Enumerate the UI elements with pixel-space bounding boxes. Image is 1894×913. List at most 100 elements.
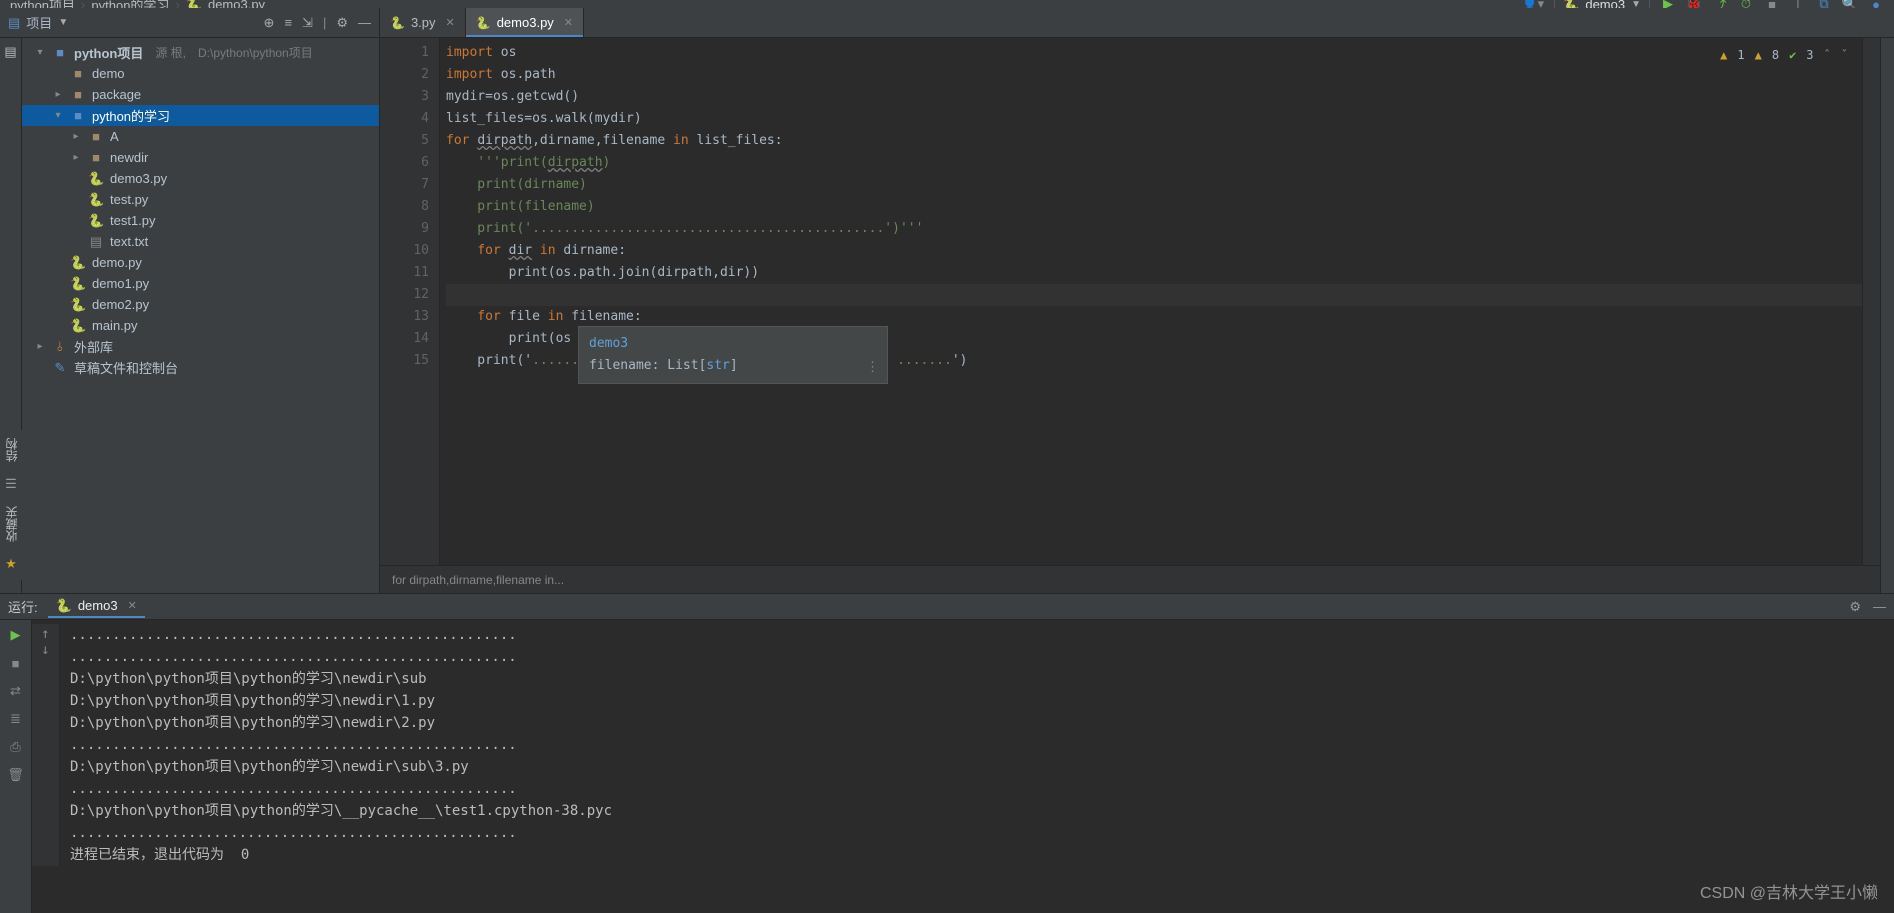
tree-label: package: [92, 87, 141, 102]
run-panel: 运行: 🐍 demo3 ✕ ⚙ — ▶ ■ ⇄ ≣ ⎙ 🗑 ↑↓ .......…: [0, 593, 1894, 913]
close-icon[interactable]: ✕: [446, 16, 455, 29]
tree-file-mainpy[interactable]: 🐍 main.py: [22, 315, 379, 336]
favorites-toolwindow-button[interactable]: 收藏夹: [3, 506, 20, 542]
chevron-down-icon[interactable]: ˇ: [1841, 44, 1848, 66]
chevron-right-icon: ›: [175, 0, 179, 8]
line-gutter[interactable]: 123 456 789 101112 131415: [380, 38, 440, 565]
expand-all-icon[interactable]: ≡: [284, 15, 292, 31]
structure-toolwindow-button[interactable]: 结构: [3, 438, 20, 462]
tree-label: demo: [92, 66, 125, 81]
python-file-icon: 🐍: [476, 16, 491, 30]
run-button[interactable]: ▶: [1660, 0, 1676, 8]
chevron-down-icon[interactable]: ▾: [52, 110, 64, 121]
tree-file-test1py[interactable]: 🐍 test1.py: [22, 210, 379, 231]
tree-file-texttxt[interactable]: ▤ text.txt: [22, 231, 379, 252]
code-area[interactable]: ▲1 ▲8 ✔3 ˆ ˇ import os import os.path my…: [440, 38, 1862, 565]
chevron-down-icon[interactable]: ▾: [34, 47, 46, 58]
chevron-up-icon[interactable]: ˆ: [1824, 44, 1831, 66]
folder-icon: ■: [52, 45, 68, 60]
soft-wrap-icon[interactable]: ⇄: [7, 682, 25, 700]
scroll-to-end-icon[interactable]: ≣: [7, 710, 25, 728]
tree-label: 草稿文件和控制台: [74, 358, 178, 377]
project-panel-title[interactable]: 项目: [26, 13, 52, 32]
chevron-right-icon[interactable]: ▸: [70, 131, 82, 142]
tree-scratches[interactable]: ✎ 草稿文件和控制台: [22, 357, 379, 378]
chevron-right-icon[interactable]: ▸: [70, 152, 82, 163]
tree-folder-demo[interactable]: ■ demo: [22, 63, 379, 84]
tab-demo3py[interactable]: 🐍 demo3.py ✕: [466, 8, 584, 37]
warning-icon: ▲: [1755, 44, 1762, 66]
tree-folder-A[interactable]: ▸ ■ A: [22, 126, 379, 147]
print-icon[interactable]: ⎙: [7, 738, 25, 756]
debug-button[interactable]: 🐞: [1686, 0, 1702, 8]
collapse-all-icon[interactable]: ⇲: [302, 15, 313, 31]
gear-icon[interactable]: ⚙: [1849, 599, 1861, 615]
tree-external-libs[interactable]: ▸ ⫰ 外部库: [22, 336, 379, 357]
tree-folder-study[interactable]: ▾ ■ python的学习: [22, 105, 379, 126]
coverage-button[interactable]: ⤴: [1712, 0, 1728, 8]
tree-label: demo.py: [92, 255, 142, 270]
tree-folder-newdir[interactable]: ▸ ■ newdir: [22, 147, 379, 168]
folder-icon: ■: [88, 129, 104, 144]
stop-button: ■: [1764, 0, 1780, 8]
breadcrumb-folder[interactable]: python的学习: [91, 0, 169, 8]
editor-scrollbar[interactable]: [1862, 38, 1880, 565]
run-config-name: demo3: [1585, 0, 1625, 8]
tree-hint: 源 根,: [155, 44, 186, 61]
inspection-summary[interactable]: ▲1 ▲8 ✔3 ˆ ˇ: [1720, 44, 1848, 66]
text-file-icon: ▤: [88, 234, 104, 250]
search-icon[interactable]: 🔍: [1842, 0, 1858, 8]
stop-button: ■: [7, 654, 25, 672]
popup-title: demo3: [589, 333, 877, 355]
tree-file-demopy[interactable]: 🐍 demo.py: [22, 252, 379, 273]
tree-file-demo2py[interactable]: 🐍 demo2.py: [22, 294, 379, 315]
run-tab-label: demo3: [78, 598, 118, 613]
hide-panel-icon[interactable]: —: [358, 15, 371, 31]
divider: |: [323, 15, 326, 31]
folder-icon: ■: [88, 150, 104, 165]
console-output[interactable]: ↑↓ .....................................…: [32, 620, 1894, 913]
tab-3py[interactable]: 🐍 3.py ✕: [380, 8, 466, 37]
check-icon: ✔: [1789, 44, 1796, 66]
trash-icon[interactable]: 🗑: [7, 766, 25, 784]
run-tab-demo3[interactable]: 🐍 demo3 ✕: [48, 596, 145, 618]
editor-tabs: 🐍 3.py ✕ 🐍 demo3.py ✕: [380, 8, 1894, 37]
library-icon: ⫰: [52, 339, 68, 355]
tree-file-demo3py[interactable]: 🐍 demo3.py: [22, 168, 379, 189]
tree-path: D:\python\python项目: [198, 44, 313, 61]
gear-icon[interactable]: ⚙: [336, 15, 348, 31]
hide-panel-icon[interactable]: —: [1873, 599, 1886, 615]
run-actions: ▶ ■ ⇄ ≣ ⎙ 🗑: [0, 620, 32, 913]
account-icon[interactable]: ●: [1868, 0, 1884, 8]
tree-label: main.py: [92, 318, 138, 333]
tree-file-demo1py[interactable]: 🐍 demo1.py: [22, 273, 379, 294]
chevron-down-icon[interactable]: ▼: [58, 17, 68, 28]
locate-icon[interactable]: ⊕: [264, 15, 275, 31]
user-icon[interactable]: 👤▾: [1521, 0, 1544, 8]
profile-button[interactable]: ⏱: [1738, 0, 1754, 8]
project-tree[interactable]: ▾ ■ python项目 源 根, D:\python\python项目 ■ d…: [22, 38, 380, 593]
more-icon[interactable]: ⋮: [866, 357, 879, 379]
chevron-right-icon[interactable]: ▸: [34, 341, 46, 352]
console-gutter[interactable]: ↑↓: [32, 624, 60, 866]
tree-file-testpy[interactable]: 🐍 test.py: [22, 189, 379, 210]
breadcrumb-root[interactable]: python项目: [10, 0, 75, 8]
star-icon: ★: [5, 556, 17, 572]
run-panel-title: 运行:: [8, 597, 38, 616]
python-file-icon: 🐍: [88, 171, 104, 187]
breadcrumb: python项目 › python的学习 › 🐍 demo3.py 👤▾ 🐍 d…: [0, 0, 1894, 8]
close-icon[interactable]: ✕: [128, 599, 137, 612]
close-icon[interactable]: ✕: [564, 16, 573, 29]
chevron-right-icon[interactable]: ▸: [52, 89, 64, 100]
git-button[interactable]: ⧉: [1816, 0, 1832, 8]
project-toolwindow-button[interactable]: ▤: [4, 44, 16, 60]
tree-label: demo2.py: [92, 297, 149, 312]
breadcrumb-file[interactable]: demo3.py: [208, 0, 265, 8]
toolbar: ▤ 项目 ▼ ⊕ ≡ ⇲ | ⚙ — 🐍 3.py ✕ 🐍 demo3.py ✕: [0, 8, 1894, 38]
run-config-selector[interactable]: 🐍 demo3 ▼: [1554, 0, 1650, 8]
tree-folder-package[interactable]: ▸ ■ package: [22, 84, 379, 105]
tree-root[interactable]: ▾ ■ python项目 源 根, D:\python\python项目: [22, 42, 379, 63]
breadcrumb-context[interactable]: for dirpath,dirname,filename in...: [380, 565, 1880, 593]
parameter-info-popup: demo3 filename: List[str] ⋮: [578, 326, 888, 384]
rerun-button[interactable]: ▶: [7, 626, 25, 644]
